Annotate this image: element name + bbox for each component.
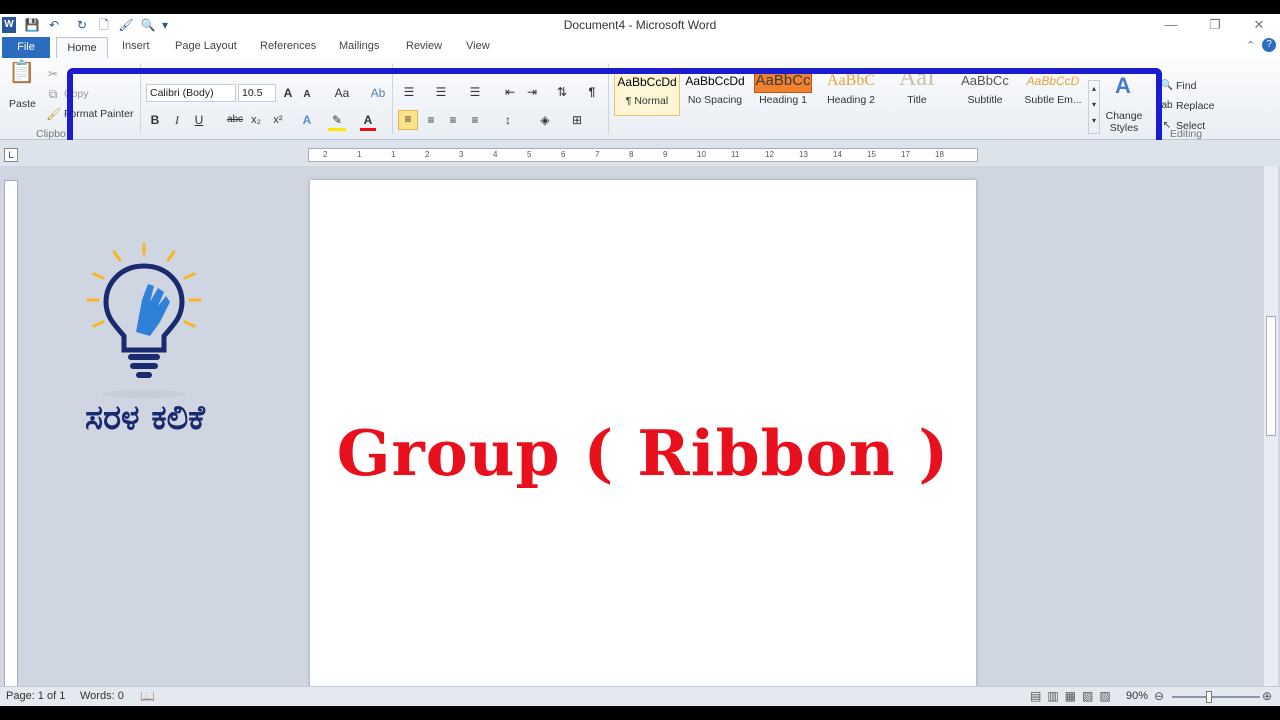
find-icon[interactable]: 🔍 xyxy=(1160,78,1174,94)
ruler-tick-label: 10 xyxy=(697,150,706,159)
document-heading[interactable]: Group ( Ribbon ) xyxy=(310,416,976,490)
zoom-level[interactable]: 90% xyxy=(1126,690,1148,702)
ruler-tick-label: 2 xyxy=(323,150,328,159)
restore-icon[interactable]: ❐ xyxy=(1204,16,1226,34)
ruler-tick-label: 1 xyxy=(391,150,396,159)
vertical-scrollbar[interactable] xyxy=(1264,166,1278,698)
horizontal-ruler[interactable]: 2 1 1 2 3 4 5 6 7 8 9 10 11 12 13 14 15 17 18 xyxy=(308,148,978,162)
replace-icon[interactable]: ab xyxy=(1160,98,1174,114)
replace-button[interactable]: Replace xyxy=(1176,100,1215,112)
brand-logo xyxy=(84,240,204,400)
tab-mailings[interactable]: Mailings xyxy=(339,40,379,52)
clipboard-group-label: Clipbo xyxy=(36,128,66,140)
close-icon[interactable]: ✕ xyxy=(1248,16,1270,34)
word-count[interactable]: Words: 0 xyxy=(80,690,124,702)
tab-home[interactable]: Home xyxy=(56,37,108,59)
title-bar: W 💾 ↶ ↻ 🗋 🖌 🔍 ▾ Document4 - Microsoft Wo… xyxy=(0,14,1280,36)
document-page[interactable]: Group ( Ribbon ) xyxy=(310,180,976,706)
word-window: W 💾 ↶ ↻ 🗋 🖌 🔍 ▾ Document4 - Microsoft Wo… xyxy=(0,14,1280,706)
vertical-ruler[interactable] xyxy=(4,180,18,700)
ruler-tick-label: 11 xyxy=(731,150,740,159)
ruler-tick-label: 15 xyxy=(867,150,876,159)
format-painter-icon[interactable]: 🖌 xyxy=(46,106,61,122)
brand-name: ಸರಳ ಕಲಿಕೆ xyxy=(85,398,205,438)
copy-icon[interactable]: ⧉ xyxy=(46,86,60,102)
minimize-ribbon-icon[interactable]: ⌃ xyxy=(1246,39,1255,52)
ruler-tick-label: 3 xyxy=(459,150,464,159)
find-button[interactable]: Find xyxy=(1176,80,1196,92)
scroll-thumb[interactable] xyxy=(1266,316,1276,436)
editing-group-label: Editing xyxy=(1170,128,1203,140)
paste-icon[interactable]: 📋 xyxy=(8,61,36,94)
ruler-tick-label: 5 xyxy=(527,150,532,159)
tab-selector-icon[interactable]: L xyxy=(4,148,18,162)
cut-icon[interactable]: ✂ xyxy=(46,66,60,82)
tab-references[interactable]: References xyxy=(260,40,316,52)
paste-button[interactable]: Paste xyxy=(9,98,36,110)
zoom-slider-thumb[interactable] xyxy=(1206,691,1212,703)
ribbon-tabs: File Home Insert Page Layout References … xyxy=(0,36,1280,59)
ruler-tick-label: 17 xyxy=(901,150,910,159)
page-count[interactable]: Page: 1 of 1 xyxy=(6,690,65,702)
ruler-tick-label: 1 xyxy=(357,150,362,159)
status-bar: Page: 1 of 1 Words: 0 📖 ▤▥▦▧▨ 90% ⊖ ⊕ xyxy=(0,686,1280,706)
zoom-out-icon[interactable]: ⊖ xyxy=(1154,689,1164,703)
window-title: Document4 - Microsoft Word xyxy=(563,18,717,32)
ruler-tick-label: 2 xyxy=(425,150,430,159)
ruler-tick-label: 8 xyxy=(629,150,634,159)
ruler-tick-label: 13 xyxy=(799,150,808,159)
minimize-icon[interactable]: — xyxy=(1160,16,1182,34)
help-icon[interactable]: ? xyxy=(1262,38,1276,52)
tab-page-layout[interactable]: Page Layout xyxy=(175,40,237,52)
zoom-slider[interactable] xyxy=(1172,696,1260,698)
tab-review[interactable]: Review xyxy=(406,40,442,52)
tab-insert[interactable]: Insert xyxy=(122,40,150,52)
tab-view[interactable]: View xyxy=(466,40,490,52)
ruler-tick-label: 7 xyxy=(595,150,600,159)
ruler-tick-label: 4 xyxy=(493,150,498,159)
ruler-tick-label: 18 xyxy=(935,150,944,159)
ruler-tick-label: 9 xyxy=(663,150,668,159)
proofing-icon[interactable]: 📖 xyxy=(140,689,155,703)
view-buttons-icon[interactable]: ▤▥▦▧▨ xyxy=(1030,689,1117,703)
ruler-tick-label: 12 xyxy=(765,150,774,159)
ruler-tick-label: 14 xyxy=(833,150,842,159)
ruler-tick-label: 6 xyxy=(561,150,566,159)
zoom-in-icon[interactable]: ⊕ xyxy=(1262,689,1272,703)
ruler-bar: L 2 1 1 2 3 4 5 6 7 8 9 10 11 12 13 14 15 17 18 xyxy=(0,140,1280,166)
tab-file[interactable]: File xyxy=(2,37,50,58)
